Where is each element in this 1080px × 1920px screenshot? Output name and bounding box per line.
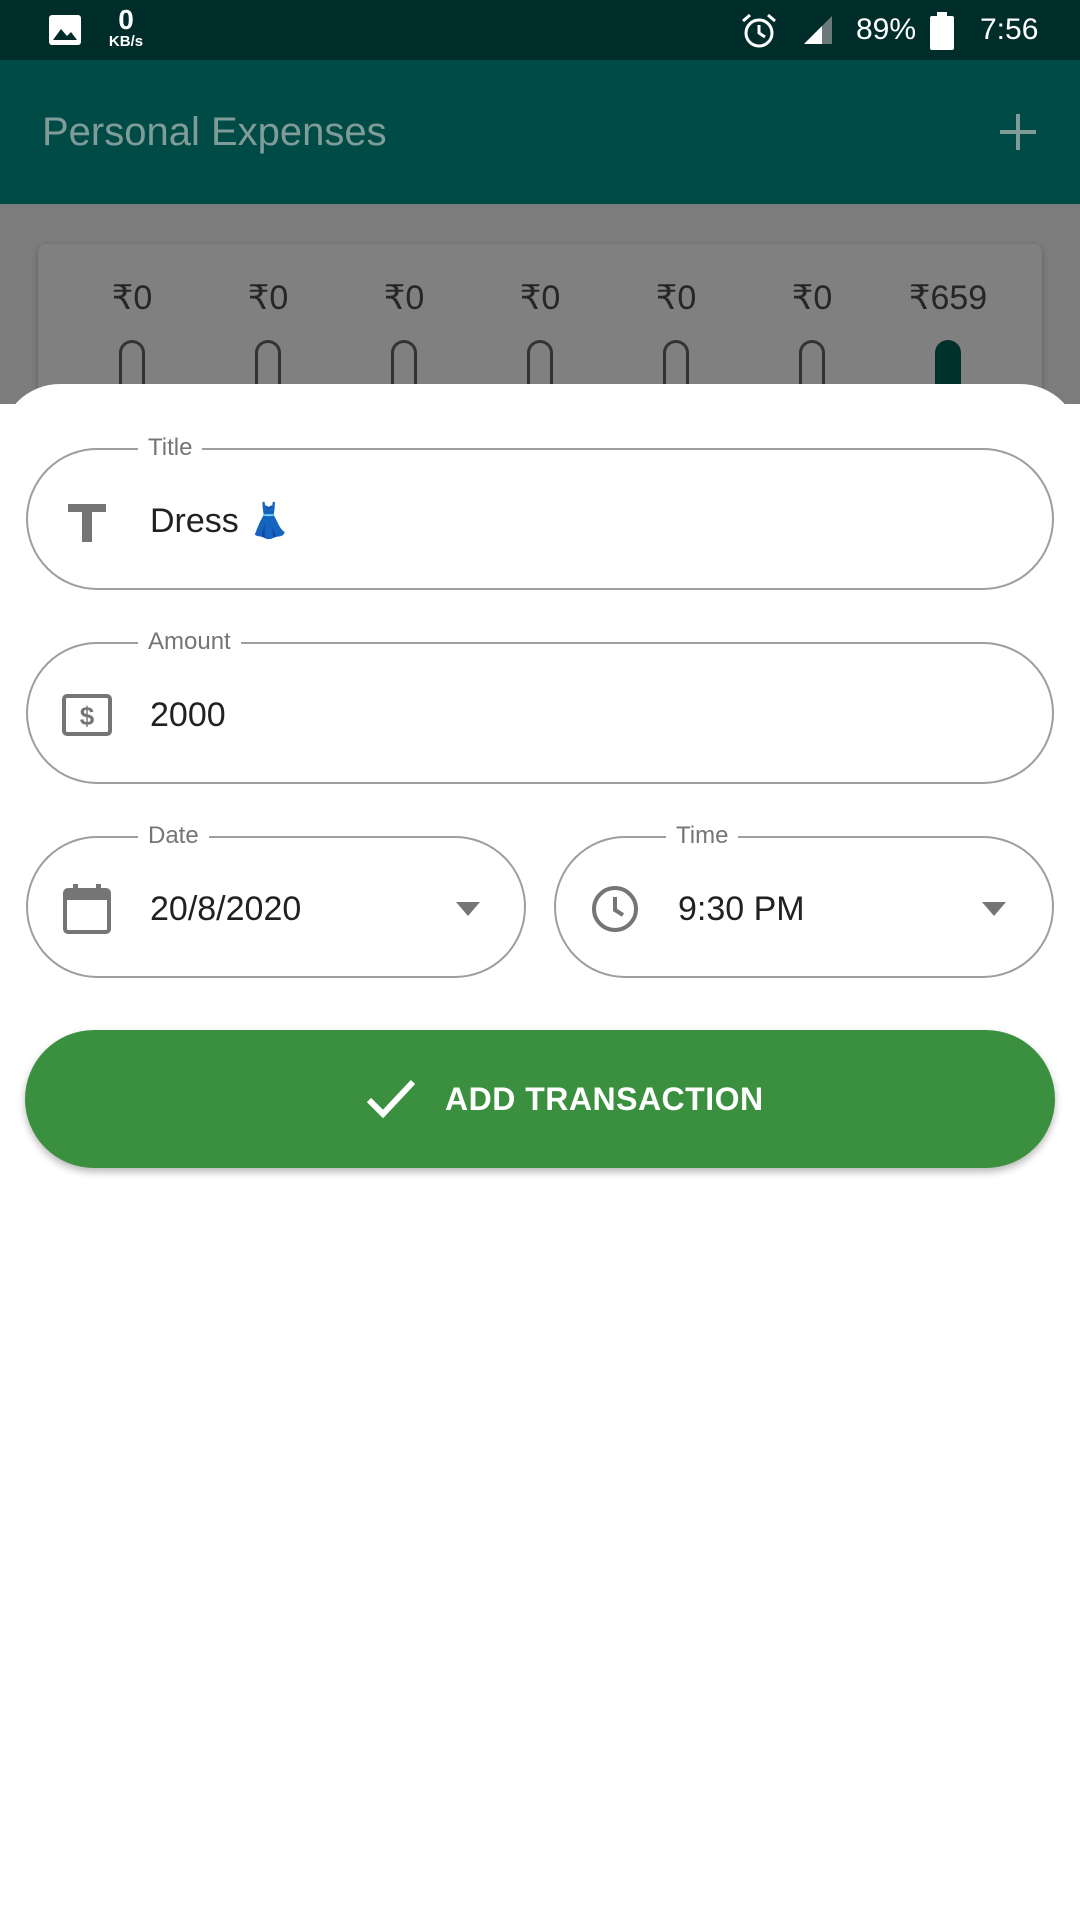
title-field[interactable]: Title Dress 👗 <box>26 432 1054 590</box>
add-transaction-button[interactable]: ADD TRANSACTION <box>25 1030 1055 1168</box>
clock-time: 7:56 <box>980 13 1039 46</box>
chart-bar-column: ₹0 <box>359 278 449 400</box>
app-bar: Personal Expenses <box>0 60 1080 204</box>
chart-bar-amount: ₹0 <box>519 279 561 317</box>
chart-bar-column: ₹0 <box>87 278 177 400</box>
time-field[interactable]: Time 9:30 PM <box>554 820 1054 978</box>
chart-bar-amount: ₹0 <box>111 279 153 317</box>
check-icon <box>366 1079 416 1119</box>
chart-bar-column: ₹0 <box>495 278 585 400</box>
date-field[interactable]: Date 20/8/2020 <box>26 820 526 978</box>
date-value[interactable]: 20/8/2020 <box>150 884 301 934</box>
date-field-label: Date <box>138 820 209 852</box>
amount-field[interactable]: Amount $ 2000 <box>26 626 1054 784</box>
chart-bar-amount: ₹0 <box>383 279 425 317</box>
chart-bar-amount: ₹0 <box>655 279 697 317</box>
network-speed-value: 0 <box>118 4 134 35</box>
battery-percent: 89% <box>856 13 917 46</box>
time-field-label: Time <box>666 820 739 852</box>
calendar-icon <box>63 884 111 934</box>
chart-bar-column: ₹0 <box>223 278 313 400</box>
status-bar: 0 KB/s 89% 7:56 <box>0 0 1080 60</box>
signal-icon <box>804 16 832 44</box>
chart-bar-amount: ₹659 <box>908 279 988 317</box>
chart-bar-column: ₹0 <box>631 278 721 400</box>
chart-bar-column: ₹0 <box>767 278 857 400</box>
battery-icon <box>930 12 954 50</box>
alarm-icon <box>742 13 776 48</box>
network-speed: 0 KB/s <box>104 6 148 50</box>
amount-field-label: Amount <box>138 626 241 658</box>
money-icon: $ <box>62 694 112 736</box>
chart-bar-column: ₹659 <box>903 278 993 400</box>
chevron-down-icon[interactable] <box>454 900 482 918</box>
clock-icon <box>592 886 638 932</box>
svg-text:$: $ <box>80 701 95 731</box>
chart-bar-amount: ₹0 <box>791 279 833 317</box>
new-transaction-sheet: Title Dress 👗 Amount $ 2000 Date 20/8/20… <box>0 384 1080 1920</box>
image-icon <box>49 15 81 45</box>
title-field-label: Title <box>138 432 203 464</box>
title-input[interactable]: Dress 👗 <box>150 496 291 546</box>
chevron-down-icon[interactable] <box>980 900 1008 918</box>
amount-input[interactable]: 2000 <box>150 690 226 740</box>
text-icon <box>68 504 106 542</box>
plus-icon[interactable] <box>996 110 1040 154</box>
chart-bar-amount: ₹0 <box>247 279 289 317</box>
network-speed-unit: KB/s <box>108 33 144 50</box>
add-transaction-label: ADD TRANSACTION <box>445 1081 764 1117</box>
app-title: Personal Expenses <box>42 110 387 154</box>
time-value[interactable]: 9:30 PM <box>678 884 805 934</box>
